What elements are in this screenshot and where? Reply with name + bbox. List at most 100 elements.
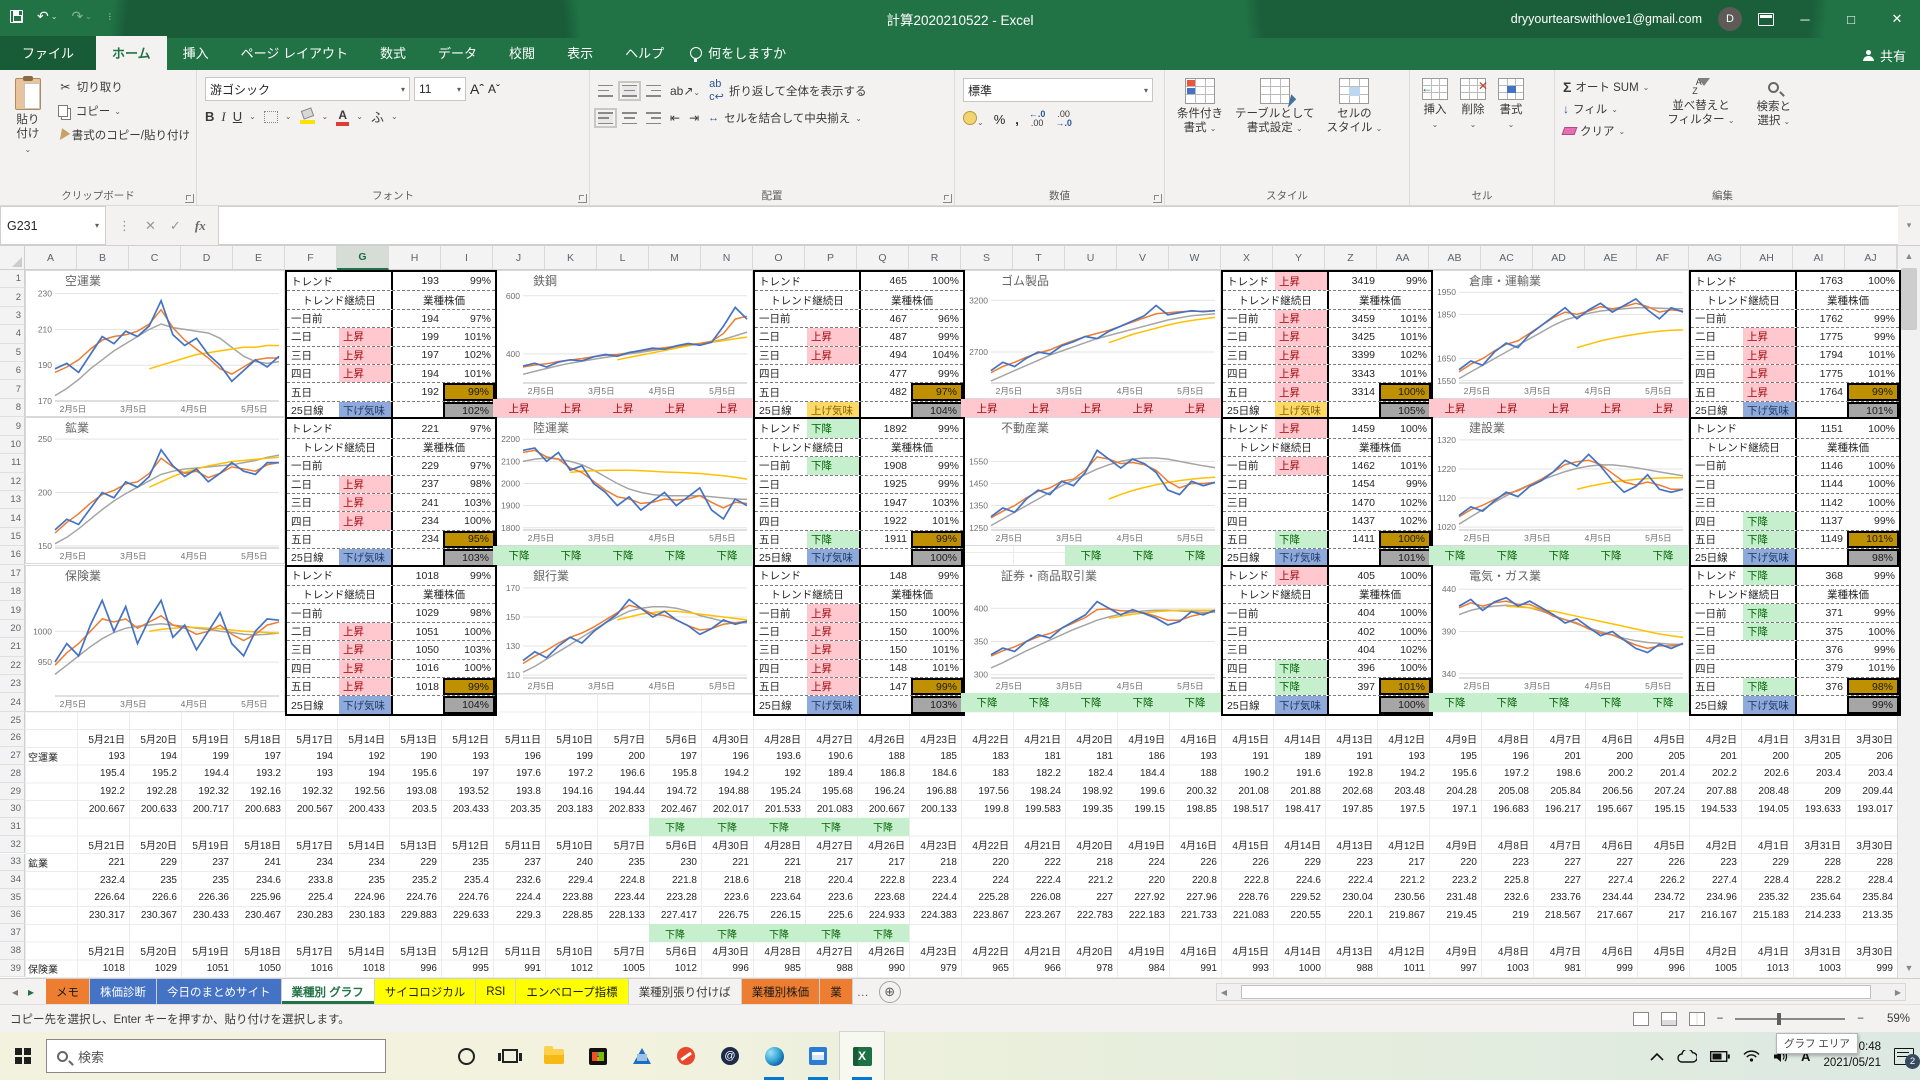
value-cell[interactable]: 190: [389, 747, 441, 765]
date-cell[interactable]: 4月26日: [857, 836, 909, 854]
close-button[interactable]: ✕: [1882, 4, 1912, 34]
trend-status-cell[interactable]: 下降: [1743, 567, 1795, 585]
value-cell[interactable]: 223: [1689, 854, 1741, 872]
value-cell[interactable]: 199: [545, 747, 597, 765]
day-value-cell[interactable]: 1794: [1795, 347, 1847, 364]
date-cell[interactable]: 4月27日: [805, 942, 857, 960]
date-cell[interactable]: 5月17日: [285, 836, 337, 854]
date-cell[interactable]: 4月22日: [961, 836, 1013, 854]
value-cell[interactable]: 194.4: [181, 765, 233, 783]
value-cell[interactable]: 233.8: [285, 871, 337, 889]
value-cell[interactable]: 193.6: [753, 747, 805, 765]
value-cell[interactable]: 1012: [649, 960, 701, 978]
value-cell[interactable]: 222.4: [1325, 871, 1377, 889]
day-percent-cell[interactable]: 102%: [1379, 641, 1431, 658]
row-header-23[interactable]: 23: [0, 675, 25, 693]
trend-status-cell[interactable]: 上昇: [1275, 419, 1327, 437]
day-status-cell[interactable]: 下降: [1275, 531, 1327, 548]
industry-chart[interactable]: 13201220112010202月5日3月5日4月5日5月5日建設業: [1429, 417, 1689, 546]
trend-strip-cell[interactable]: 上昇: [1117, 399, 1169, 417]
value-cell[interactable]: 966: [1013, 960, 1065, 978]
value-cell[interactable]: 200.2: [1585, 765, 1637, 783]
column-header-I[interactable]: I: [441, 246, 493, 270]
day-value-cell[interactable]: 375: [1795, 623, 1847, 640]
align-right-icon[interactable]: [646, 112, 661, 124]
row-header-15[interactable]: 15: [0, 528, 25, 546]
day-status-cell[interactable]: 下降: [1275, 660, 1327, 677]
industry-chart[interactable]: 4003503002月5日3月5日4月5日5月5日証券・商品取引業: [961, 565, 1221, 694]
trend-strip-cell[interactable]: 上昇: [649, 399, 701, 417]
value-cell[interactable]: 235: [597, 854, 649, 872]
value-cell[interactable]: 222: [1013, 854, 1065, 872]
value-cell[interactable]: 228.2: [1793, 871, 1845, 889]
value-cell[interactable]: 201.08: [1221, 783, 1273, 801]
value-cell[interactable]: 226: [1169, 854, 1221, 872]
date-cell[interactable]: 4月9日: [1429, 942, 1481, 960]
day-status-cell[interactable]: 下降: [1743, 512, 1795, 529]
column-header-AI[interactable]: AI: [1793, 246, 1845, 270]
value-cell[interactable]: 1000: [1273, 960, 1325, 978]
day-percent-cell[interactable]: 101%: [1847, 365, 1899, 382]
day-percent-cell[interactable]: 99%: [1847, 604, 1899, 621]
value-cell[interactable]: 195.8: [649, 765, 701, 783]
merge-center-button[interactable]: ↔セルを結合して中央揃え⌄: [708, 110, 862, 126]
value-cell[interactable]: 235: [181, 871, 233, 889]
worksheet-grid[interactable]: グラフ エリア ▲ ▼ ABCDEFGHIJKLMNOPQRSTUVWXYZAA…: [0, 246, 1920, 978]
value-cell[interactable]: 229.52: [1273, 889, 1325, 907]
row-header-20[interactable]: 20: [0, 620, 25, 638]
day-value-cell[interactable]: 1762: [1795, 310, 1847, 327]
date-cell[interactable]: 4月9日: [1429, 836, 1481, 854]
industry-chart[interactable]: 15501450135012502月5日3月5日4月5日5月5日不動産業: [961, 417, 1221, 546]
row-header-25[interactable]: 25: [0, 712, 25, 730]
value-cell[interactable]: 185: [909, 747, 961, 765]
value-cell[interactable]: 197.6: [493, 765, 545, 783]
day-percent-cell[interactable]: 101%: [443, 328, 495, 345]
day-percent-cell[interactable]: 102%: [443, 347, 495, 364]
value-cell[interactable]: 224: [961, 871, 1013, 889]
day-status-cell[interactable]: 上昇: [1743, 328, 1795, 345]
account-avatar[interactable]: D: [1718, 7, 1742, 31]
value-cell[interactable]: 205: [1793, 747, 1845, 765]
day-status-cell[interactable]: 下降: [807, 531, 859, 548]
value-cell[interactable]: 191.6: [1273, 765, 1325, 783]
value-cell[interactable]: 198.6: [1533, 765, 1585, 783]
value-cell[interactable]: 209.44: [1845, 783, 1897, 801]
day-status-cell[interactable]: 上昇: [807, 623, 859, 640]
value-cell[interactable]: 207.88: [1689, 783, 1741, 801]
format-cells-button[interactable]: 書式⌄: [1492, 74, 1530, 134]
day-value-cell[interactable]: 1470: [1327, 494, 1379, 511]
date-cell[interactable]: 4月28日: [753, 836, 805, 854]
value-cell[interactable]: 240: [545, 854, 597, 872]
value-cell[interactable]: 230: [649, 854, 701, 872]
row-header-35[interactable]: 35: [0, 889, 25, 907]
day-percent-cell[interactable]: 99%: [1847, 641, 1899, 658]
cortana-button[interactable]: [444, 1032, 488, 1080]
column-header-M[interactable]: M: [649, 246, 701, 270]
font-name-select[interactable]: 游ゴシック▾: [205, 77, 410, 101]
value-cell[interactable]: 222.8: [857, 871, 909, 889]
trend-value-cell[interactable]: 465: [859, 272, 911, 290]
day-value-cell[interactable]: 1925: [859, 476, 911, 493]
value-cell[interactable]: 224.4: [909, 889, 961, 907]
value-cell[interactable]: 220: [1117, 871, 1169, 889]
value-cell[interactable]: 201.533: [753, 800, 805, 818]
day-status-cell[interactable]: 下降: [1743, 604, 1795, 621]
value-cell[interactable]: 199.15: [1117, 800, 1169, 818]
date-cell[interactable]: 4月16日: [1169, 730, 1221, 748]
value-cell[interactable]: 978: [1065, 960, 1117, 978]
row-header-12[interactable]: 12: [0, 473, 25, 491]
value-cell[interactable]: 221.8: [649, 871, 701, 889]
row-header-34[interactable]: 34: [0, 871, 25, 889]
day-value-cell[interactable]: 1050: [391, 641, 443, 658]
value-cell[interactable]: 234: [285, 854, 337, 872]
industry-chart[interactable]: 1701501301102月5日3月5日4月5日5月5日銀行業: [493, 565, 753, 694]
row-header-5[interactable]: 5: [0, 344, 25, 362]
day-percent-cell[interactable]: 99%: [443, 678, 495, 695]
date-cell[interactable]: 4月22日: [961, 730, 1013, 748]
value-cell[interactable]: 188: [1169, 765, 1221, 783]
value-cell[interactable]: 225.6: [805, 907, 857, 925]
ma-percent-cell[interactable]: 100%: [1379, 696, 1431, 713]
day-percent-cell[interactable]: 97%: [443, 310, 495, 327]
phonetic-guide-button[interactable]: ふ⌄: [371, 107, 398, 126]
day-percent-cell[interactable]: 99%: [911, 365, 963, 382]
